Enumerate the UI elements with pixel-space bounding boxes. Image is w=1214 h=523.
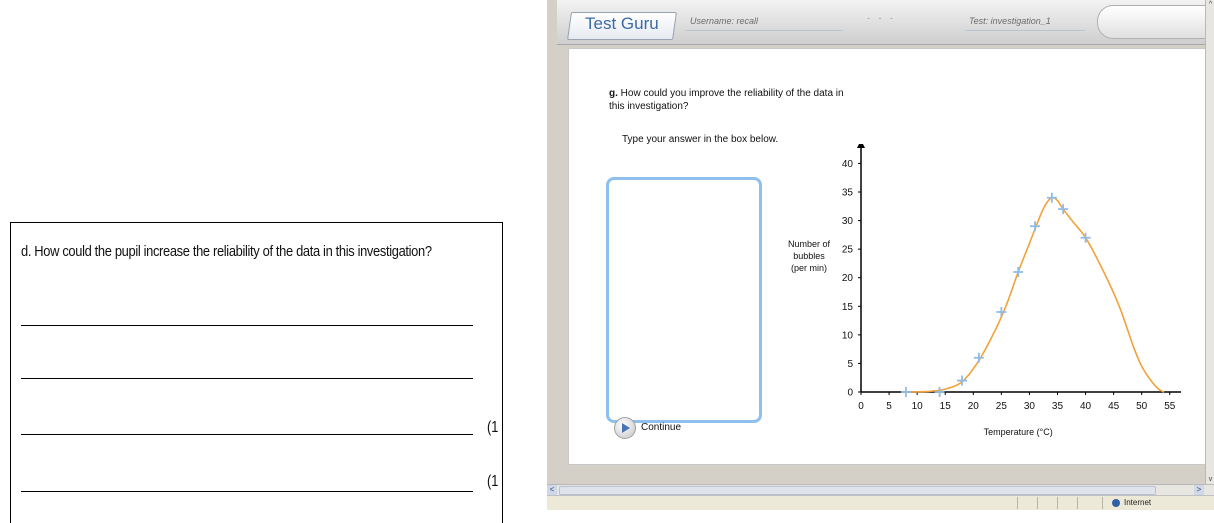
y-axis-title: (per min) (791, 263, 827, 273)
y-tick-label: 20 (842, 273, 854, 284)
status-divider (1077, 497, 1078, 509)
app-header: Test Guru Username: recall - - - Test: i… (557, 0, 1208, 45)
x-tick-label: 15 (940, 401, 952, 412)
paper-question-text: d. How could the pupil increase the reli… (21, 243, 432, 260)
question-text: How could you improve the reliability of… (609, 88, 844, 112)
question-label: g. How could you improve the reliability… (609, 87, 849, 113)
scroll-left-icon[interactable]: < (547, 485, 557, 495)
data-point (1080, 232, 1091, 243)
x-tick-label: 50 (1136, 401, 1148, 412)
y-axis-title: bubbles (793, 251, 825, 261)
data-point (1013, 267, 1024, 277)
data-point (1030, 221, 1041, 232)
test-guru-window: Test Guru Username: recall - - - Test: i… (547, 0, 1214, 510)
x-tick-label: 5 (886, 401, 892, 412)
y-axis-title: Number of (788, 239, 831, 249)
scroll-thumb[interactable] (559, 486, 1156, 495)
play-icon[interactable] (614, 417, 636, 439)
answer-line (21, 325, 473, 326)
app-logo: Test Guru (585, 14, 659, 33)
bubbles-chart: 0 5 10 15 20 25 30 35 40 45 50 55 0 5 10 15 20 25 30 35 40 Nu… (788, 144, 1181, 437)
continue-label: Continue (641, 422, 682, 433)
x-tick-label: 25 (996, 401, 1008, 412)
scroll-right-icon[interactable]: > (1194, 485, 1204, 495)
answer-line (21, 434, 473, 435)
scroll-down-icon[interactable]: v (1206, 475, 1214, 484)
x-tick-label: 40 (1080, 401, 1092, 412)
status-bar: Internet (547, 495, 1214, 510)
question-letter: g. (609, 88, 618, 99)
x-tick-label: 35 (1052, 401, 1064, 412)
scroll-up-icon[interactable]: ^ (1206, 0, 1214, 9)
x-tick-label: 10 (912, 401, 924, 412)
header-dots: - - - (867, 13, 896, 23)
x-tick-label: 20 (968, 401, 980, 412)
x-axis-title: Temperature (°C) (984, 427, 1053, 437)
data-point (900, 387, 911, 397)
question-content: g. How could you improve the reliability… (568, 48, 1206, 465)
mark-label: (1 (487, 419, 499, 436)
y-axis-arrow (857, 144, 865, 148)
y-tick-label: 30 (842, 216, 854, 227)
header-pill (1097, 5, 1208, 39)
x-tick-label: 55 (1164, 401, 1176, 412)
y-tick-label: 35 (842, 188, 854, 199)
status-divider (1057, 497, 1058, 509)
continue-button[interactable]: Continue (614, 417, 704, 439)
paper-question-panel: d. How could the pupil increase the reli… (10, 222, 503, 523)
username-underline (685, 30, 843, 31)
x-tick-label: 0 (858, 401, 864, 412)
y-tick-label: 15 (842, 302, 854, 313)
y-tick-label: 10 (842, 330, 854, 341)
answer-line (21, 491, 473, 492)
test-name-label: Test: investigation_1 (969, 16, 1051, 26)
y-tick-label: 40 (842, 159, 854, 170)
test-name-underline (965, 30, 1085, 31)
x-tick-label: 45 (1108, 401, 1120, 412)
answer-input[interactable] (606, 177, 762, 423)
answer-line (21, 378, 473, 379)
status-divider (1037, 497, 1038, 509)
y-tick-label: 5 (847, 359, 853, 370)
y-tick-label: 25 (842, 245, 854, 256)
globe-icon (1112, 499, 1120, 507)
mark-label: (1 (487, 473, 499, 490)
zone-label: Internet (1124, 498, 1152, 507)
status-divider (1102, 497, 1103, 509)
vertical-scrollbar[interactable]: ^ v (1205, 0, 1214, 484)
username-label: Username: recall (690, 16, 759, 26)
x-tick-label: 30 (1024, 401, 1036, 412)
data-point (934, 387, 945, 397)
status-divider (1017, 497, 1018, 509)
y-tick-label: 0 (847, 388, 853, 399)
horizontal-scrollbar[interactable]: < > (547, 484, 1214, 495)
answer-instruction: Type your answer in the box below. (622, 134, 779, 145)
